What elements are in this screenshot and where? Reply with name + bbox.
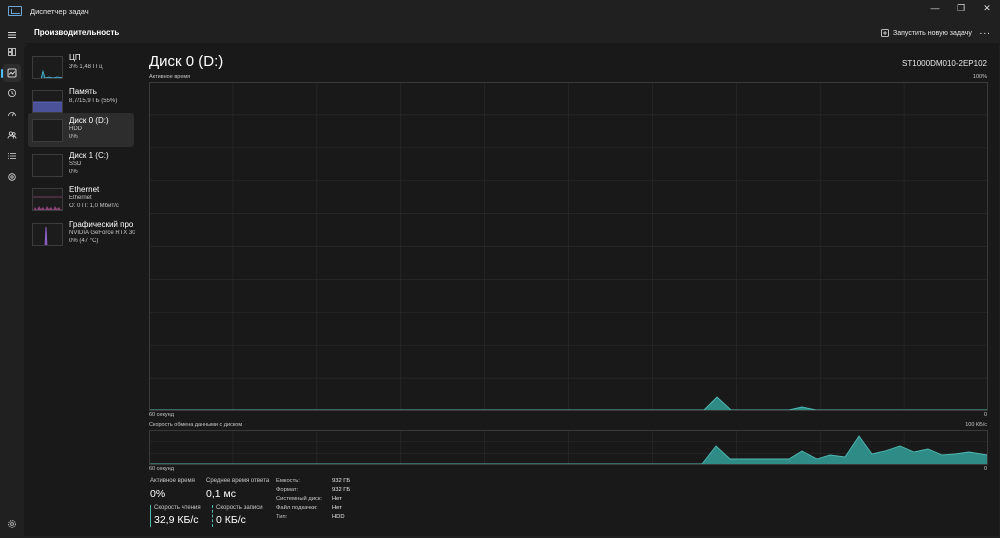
device-usage: 0% (47 °C) [69, 238, 99, 244]
hamburger-icon[interactable] [3, 26, 21, 44]
type-key: Тип: [276, 514, 288, 520]
cpu-thumbnail [32, 56, 63, 79]
device-model: NVIDIA GeForce RTX 306 [69, 230, 135, 236]
run-task-icon [881, 29, 889, 37]
device-name: ЦП [69, 53, 81, 62]
window-controls: — ❐ ✕ [922, 0, 1000, 16]
device-usage: 0% [69, 134, 78, 140]
active-time-min-label: 0 [983, 412, 987, 418]
device-name: Диск 1 (C:) [69, 151, 109, 160]
device-name: Диск 0 (D:) [69, 116, 109, 125]
write-speed-label: Скорость записи [216, 505, 263, 511]
device-name: Графический про [69, 220, 134, 229]
disk1-thumbnail [32, 154, 63, 177]
transfer-min-label: 0 [983, 466, 987, 472]
device-disk1[interactable]: Диск 1 (C:) SSD 0% [28, 148, 134, 182]
device-gpu[interactable]: Графический про NVIDIA GeForce RTX 306 0… [28, 217, 135, 251]
write-legend-line [212, 505, 213, 527]
history-icon[interactable] [3, 84, 21, 102]
performance-icon[interactable] [1, 64, 21, 82]
page-title: Производительность [34, 28, 120, 37]
active-time-stat-label: Активное время [150, 478, 195, 484]
services-icon[interactable] [3, 168, 21, 186]
device-detail: 3% 1,48 ГГц [69, 64, 103, 70]
formatted-key: Формат: [276, 487, 299, 493]
startup-icon[interactable] [3, 105, 21, 123]
minimize-button[interactable]: — [922, 0, 948, 16]
capacity-value: 932 ГБ [332, 478, 351, 484]
device-type: SSD [69, 161, 82, 167]
active-time-stat-value: 0% [150, 488, 166, 500]
active-time-xaxis-label: 60 секунд [149, 412, 174, 418]
avg-response-label: Среднее время ответа [206, 478, 270, 484]
transfer-graph-label: Скорость обмена данными с диском [149, 422, 243, 428]
read-legend-line [150, 505, 151, 527]
disk0-thumbnail [32, 119, 63, 142]
disk-title: Диск 0 (D:) [149, 53, 224, 70]
page-file-key: Файл подкачки: [276, 505, 318, 511]
capacity-key: Емкость: [276, 478, 300, 484]
device-name: Ethernet [69, 185, 100, 194]
read-speed-value: 32,9 КБ/с [154, 514, 199, 526]
device-detail: 8,7/15,9 ГБ (55%) [69, 98, 118, 104]
active-time-graph [149, 82, 988, 411]
device-throughput: О: 0 П: 1,0 Мбит/с [69, 203, 119, 209]
settings-icon[interactable] [3, 515, 21, 533]
maximize-button[interactable]: ❐ [948, 0, 974, 16]
device-type: Ethernet [69, 195, 92, 201]
write-speed-value: 0 КБ/с [216, 514, 246, 526]
title-bar: Диспетчер задач — ❐ ✕ [0, 0, 1000, 22]
active-time-graph-label: Активное время [149, 74, 191, 80]
transfer-xaxis-label: 60 секунд [149, 466, 174, 472]
page-header: Производительность Запустить новую задач… [24, 22, 1000, 44]
avg-response-value: 0,1 мс [206, 488, 236, 500]
device-name: Память [69, 87, 97, 96]
read-speed-label: Скорость чтения [154, 505, 201, 511]
device-ethernet[interactable]: Ethernet Ethernet О: 0 П: 1,0 Мбит/с [28, 182, 134, 216]
nav-rail [0, 22, 24, 538]
type-value: HDD [332, 514, 345, 520]
device-cpu[interactable]: ЦП 3% 1,48 ГГц [28, 50, 134, 84]
ethernet-thumbnail [32, 188, 63, 211]
page-file-value: Нет [332, 505, 342, 511]
device-disk0[interactable]: Диск 0 (D:) HDD 0% [28, 113, 134, 147]
memory-thumbnail [32, 90, 63, 113]
system-disk-key: Системный диск: [276, 496, 323, 502]
run-new-task-label: Запустить новую задачу [893, 29, 972, 37]
details-icon[interactable] [3, 147, 21, 165]
transfer-max-label: 100 КБ/с [965, 422, 987, 428]
formatted-value: 932 ГБ [332, 487, 351, 493]
transfer-rate-graph [149, 430, 988, 465]
window-title: Диспетчер задач [30, 6, 89, 16]
more-options-button[interactable]: ··· [977, 25, 993, 41]
device-type: HDD [69, 126, 82, 132]
system-disk-value: Нет [332, 496, 342, 502]
gpu-thumbnail [32, 223, 63, 246]
close-button[interactable]: ✕ [974, 0, 1000, 16]
run-new-task-button[interactable]: Запустить новую задачу [881, 26, 972, 40]
active-time-max-label: 100% [972, 74, 987, 80]
disk-model: ST1000DM010-2EP102 [902, 59, 987, 68]
device-usage: 0% [69, 169, 78, 175]
app-icon [8, 6, 22, 16]
users-icon[interactable] [3, 126, 21, 144]
processes-icon[interactable] [3, 43, 21, 61]
